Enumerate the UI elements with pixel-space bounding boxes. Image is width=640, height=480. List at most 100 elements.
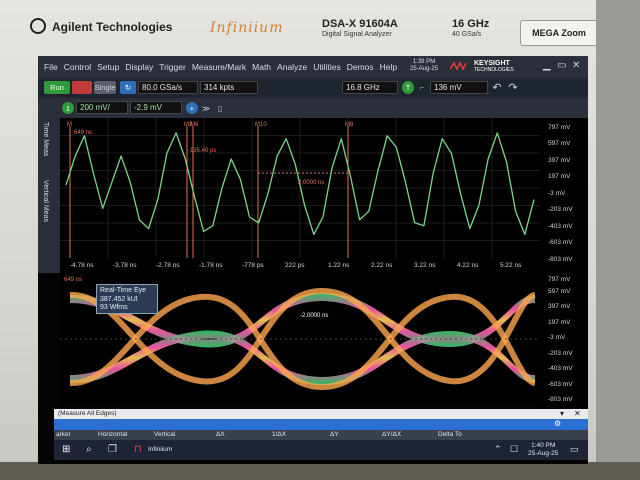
tab-vertical[interactable]: Vertical xyxy=(154,431,175,438)
trigger-edge-icon[interactable]: ⌐ xyxy=(416,81,428,94)
channel-offset-field[interactable]: -2.9 mV xyxy=(130,101,182,114)
search-icon[interactable]: ⌕ xyxy=(86,444,92,455)
restore-icon[interactable]: ▭ xyxy=(557,60,566,71)
windows-taskbar: ⊞ ⌕ ❐ ⊓ Infiniium ⌃ ☐ 1:40 PM 25-Aug-25 … xyxy=(54,440,588,460)
menu-control[interactable]: Control xyxy=(64,62,91,72)
tab-marker[interactable]: arker xyxy=(56,431,71,438)
notification-icon[interactable]: ▭ xyxy=(570,444,579,455)
time-tick: 5.22 ns xyxy=(500,262,522,269)
eye-ui-count: 387.452 kUI xyxy=(100,295,138,303)
channel-scale-field[interactable]: 200 mV/ xyxy=(76,101,128,114)
measurement-results-strip: ⚙ xyxy=(54,419,588,430)
infiniium-app-icon[interactable]: ⊓ xyxy=(134,444,142,455)
tab-delta-y[interactable]: ΔY xyxy=(330,431,339,438)
stop-button[interactable]: ■ xyxy=(72,81,92,94)
redo-icon[interactable]: ↷ xyxy=(506,81,520,94)
tab-delta-x[interactable]: ΔX xyxy=(216,431,225,438)
eye-info-box[interactable]: Real-Time Eye 387.452 kUI 93 Wfms xyxy=(96,284,158,314)
eye-title: Real-Time Eye xyxy=(100,287,147,294)
volt-tick: 197 mV xyxy=(548,173,571,180)
undo-icon[interactable]: ↶ xyxy=(490,81,504,94)
eye-volt-tick: -603 mV xyxy=(548,381,573,388)
settings-icon[interactable]: ⚙ xyxy=(554,419,561,428)
bandwidth-spec: 16 GHz xyxy=(452,18,490,30)
menu-clock-date: 25-Aug-25 xyxy=(410,66,439,72)
bandwidth-field[interactable]: 16.8 GHz xyxy=(342,81,398,94)
tray-chevron-icon[interactable]: ⌃ xyxy=(494,444,502,455)
menu-demos[interactable]: Demos xyxy=(347,62,374,72)
taskbar-date: 25-Aug-25 xyxy=(528,450,559,457)
volt-tick: -203 mV xyxy=(548,206,573,213)
waveform-plot[interactable]: M M3 M6 M10 M8 649 ns -135.40 ps 2.0000 ns xyxy=(60,118,540,273)
eye-volt-tick: 597 mV xyxy=(548,288,571,295)
acquisition-toolbar: Run ■ Single ↻ 80.0 GSa/s 314 kpts 16.8 … xyxy=(38,78,588,98)
single-button[interactable]: Single xyxy=(94,81,116,94)
task-view-icon[interactable]: ❐ xyxy=(108,444,117,455)
taskbar-clock[interactable]: 1:40 PM 25-Aug-25 xyxy=(528,442,558,458)
close-icon[interactable]: ✕ xyxy=(572,60,580,71)
measurement-collapse-icon[interactable]: ▾ xyxy=(560,409,564,418)
marker-label: M10 xyxy=(255,122,267,128)
tab-vertical-meas[interactable]: Vertical Meas xyxy=(42,180,49,222)
tab-inverse-delta-x[interactable]: 1/ΔX xyxy=(272,431,286,438)
volt-tick: 797 mV xyxy=(548,124,571,131)
sample-rate-field[interactable]: 80.0 GSa/s xyxy=(138,81,198,94)
measurement-close-icon[interactable]: ✕ xyxy=(574,409,581,418)
acquisition-mode-icon[interactable]: ↻ xyxy=(120,81,136,94)
time-tick: 1.22 ns xyxy=(328,262,350,269)
waveform-svg: M M3M6 M10 M8 xyxy=(60,118,540,258)
add-channel-icon[interactable]: + xyxy=(186,102,198,114)
marker-label: M xyxy=(67,122,72,128)
run-button[interactable]: Run xyxy=(44,81,70,94)
expand-icon[interactable]: ≫ xyxy=(200,102,212,114)
keysight-logo-line2: TECHNOLOGIES xyxy=(474,67,514,73)
network-icon[interactable]: ☐ xyxy=(510,444,518,455)
eye-readout-center: -2.0000 ns xyxy=(300,313,329,319)
volt-tick: -403 mV xyxy=(548,223,573,230)
menu-display[interactable]: Display xyxy=(125,62,153,72)
channel-1-icon[interactable]: 1 xyxy=(62,102,74,114)
sample-rate-spec: 40 GSa/s xyxy=(452,31,482,38)
trigger-source-icon[interactable]: T xyxy=(402,81,414,94)
memory-depth-field[interactable]: 314 kpts xyxy=(200,81,258,94)
model-subtitle: Digital Signal Analyzer xyxy=(322,31,392,38)
marker-readout-center: 2.0000 ns xyxy=(298,180,325,186)
infiniium-app-label[interactable]: Infiniium xyxy=(148,446,172,453)
bottom-tabs: arker Horizontal Vertical ΔX 1/ΔX ΔY ΔY/… xyxy=(54,430,588,440)
time-tick: 2.22 ns xyxy=(371,262,393,269)
time-tick: 3.22 ns xyxy=(414,262,436,269)
trigger-level-field[interactable]: 136 mV xyxy=(430,81,488,94)
measure-all-edges[interactable]: (Measure All Edges) xyxy=(58,410,117,417)
keysight-logo: KEYSIGHT TECHNOLOGIES xyxy=(474,60,514,74)
voltage-scale: 797 mV 597 mV 397 mV 197 mV -3 mV -203 m… xyxy=(540,118,588,448)
eye-volt-tick: -3 mV xyxy=(548,334,566,341)
menu-measure-mark[interactable]: Measure/Mark xyxy=(192,62,246,72)
eye-volt-tick: -803 mV xyxy=(548,396,573,403)
menu-trigger[interactable]: Trigger xyxy=(159,62,186,72)
eye-volt-tick: -203 mV xyxy=(548,350,573,357)
eye-volt-tick: 397 mV xyxy=(548,303,571,310)
side-tabs: Time Meas Vertical Meas xyxy=(38,118,60,273)
menu-clock-time: 1:39 PM xyxy=(412,59,436,65)
menu-analyze[interactable]: Analyze xyxy=(277,62,307,72)
tab-delta-to[interactable]: Delta To xyxy=(438,431,462,438)
eye-waveform-count: 93 Wfms xyxy=(100,304,128,311)
menu-setup[interactable]: Setup xyxy=(97,62,119,72)
menu-file[interactable]: File xyxy=(44,62,58,72)
window-icon[interactable]: ▯ xyxy=(214,102,226,114)
eye-readout-left: 649 ns xyxy=(64,277,83,283)
tab-horizontal[interactable]: Horizontal xyxy=(98,431,127,438)
keysight-logo-line1: KEYSIGHT xyxy=(474,60,510,67)
desk-surface xyxy=(0,462,640,480)
menu-help[interactable]: Help xyxy=(380,62,397,72)
minimize-icon[interactable]: ▁ xyxy=(543,60,551,71)
tab-time-meas[interactable]: Time Meas xyxy=(42,122,49,156)
marker-label: M6 xyxy=(190,122,199,128)
menu-math[interactable]: Math xyxy=(252,62,271,72)
menu-bar: File Control Setup Display Trigger Measu… xyxy=(38,56,588,78)
scope-screen: File Control Setup Display Trigger Measu… xyxy=(38,56,588,464)
background-wall xyxy=(596,0,640,480)
windows-start-icon[interactable]: ⊞ xyxy=(62,444,70,455)
menu-utilities[interactable]: Utilities xyxy=(313,62,340,72)
tab-delta-y-over-x[interactable]: ΔY/ΔX xyxy=(382,431,401,438)
